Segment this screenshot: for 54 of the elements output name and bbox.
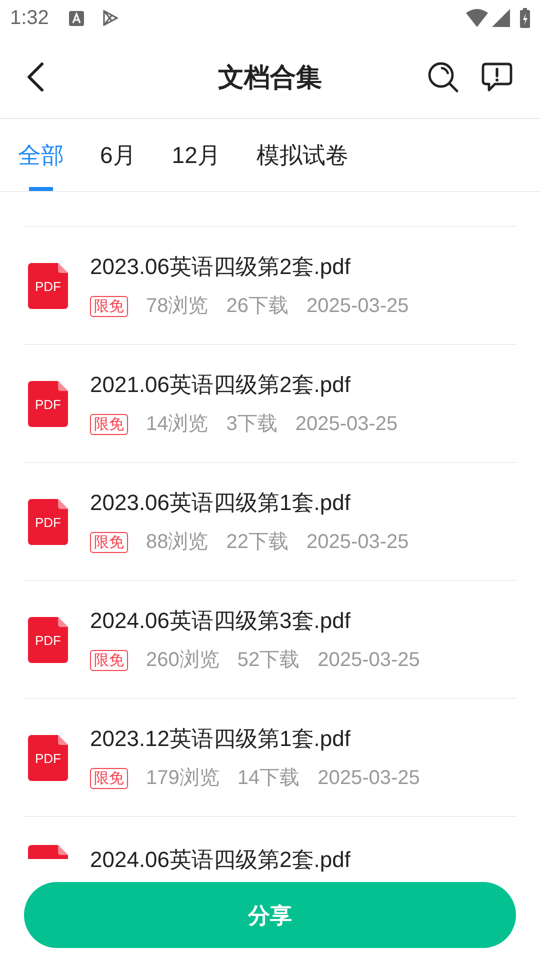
back-icon [26, 62, 44, 92]
download-count: 3下载 [226, 412, 278, 437]
view-count: 14浏览 [146, 412, 208, 437]
file-name: 2023.06英语四级第1套.pdf [90, 489, 352, 517]
wifi-icon [466, 9, 488, 27]
file-name: 2024.06英语四级第3套.pdf [90, 607, 352, 635]
search-icon [427, 61, 459, 93]
font-icon [68, 10, 84, 26]
file-name: 2023.12英语四级第1套.pdf [90, 725, 352, 753]
file-name: 2021.06英语四级第2套.pdf [90, 371, 352, 399]
file-name: 2024.06英语四级第2套.pdf [90, 846, 350, 874]
document-row[interactable]: PDF 2023.12英语四级第1套.pdf 限免 179浏览 14下载 2025-03-25 [24, 698, 516, 816]
message-alert-icon [481, 62, 513, 92]
download-count: 26下载 [226, 294, 288, 319]
search-button[interactable] [427, 61, 459, 93]
category-tab[interactable]: 12月 [172, 119, 220, 191]
free-badge: 限免 [90, 414, 128, 434]
tab-indicator [29, 187, 53, 191]
upload-date: 2025-03-25 [306, 530, 409, 555]
free-badge: 限免 [90, 768, 128, 788]
view-count: 88浏览 [146, 530, 208, 555]
download-count: 52下载 [237, 648, 300, 673]
category-tab[interactable]: 全部 [18, 119, 64, 191]
upload-date: 2025-03-25 [295, 412, 398, 437]
file-name: 2023.06英语四级第2套.pdf [90, 253, 352, 281]
battery-icon [520, 8, 530, 28]
category-tab[interactable]: 6月 [100, 119, 136, 191]
feedback-button[interactable] [481, 62, 513, 92]
page-title: 文档合集 [218, 60, 322, 94]
signal-icon [492, 9, 510, 27]
document-row[interactable]: PDF 2021.06英语四级第2套.pdf 限免 14浏览 3下载 2025-03-25 [24, 344, 516, 462]
document-row[interactable]: PDF 2023.06英语四级第2套.pdf 限免 78浏览 26下载 2025-03-25 [24, 226, 516, 344]
upload-date: 2025-03-25 [318, 766, 420, 791]
view-count: 260浏览 [146, 648, 220, 673]
pdf-file-icon: PDF [28, 380, 68, 426]
pdf-file-icon: PDF [28, 498, 68, 544]
pdf-file-icon: PDF [28, 734, 68, 780]
pdf-file-icon: PDF [28, 616, 68, 662]
pdf-file-icon: PDF [28, 262, 68, 308]
pdf-file-icon [28, 845, 68, 859]
free-badge: 限免 [90, 296, 128, 316]
download-count: 14下载 [237, 766, 300, 791]
download-count: 22下载 [226, 530, 288, 555]
free-badge: 限免 [90, 532, 128, 552]
category-tab[interactable]: 模拟试卷 [256, 119, 348, 191]
upload-date: 2025-03-25 [318, 648, 420, 673]
status-time: 1:32 [10, 6, 49, 31]
document-row[interactable]: PDF 2024.06英语四级第3套.pdf 限免 260浏览 52下载 2025-03-25 [24, 580, 516, 698]
upload-date: 2025-03-25 [306, 294, 409, 319]
view-count: 78浏览 [146, 294, 208, 319]
free-badge: 限免 [90, 650, 128, 670]
document-row[interactable]: PDF 2023.06英语四级第1套.pdf 限免 88浏览 22下载 2025-03-25 [24, 462, 516, 580]
view-count: 179浏览 [146, 766, 220, 791]
play-store-icon [102, 10, 118, 26]
